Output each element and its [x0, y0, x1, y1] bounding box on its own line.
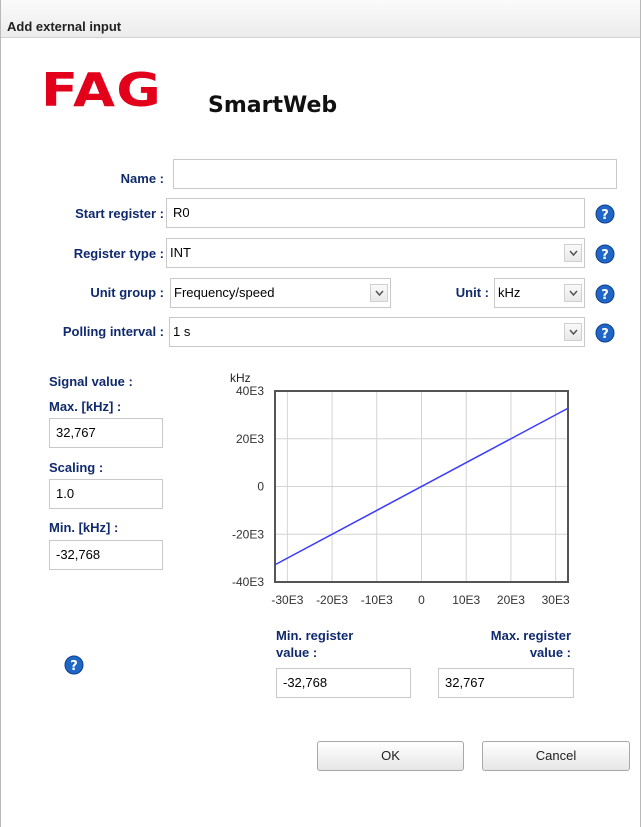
x-tick-label: 10E3 — [452, 593, 480, 607]
y-axis-unit-label: kHz — [230, 371, 251, 385]
y-tick-label: 40E3 — [236, 384, 264, 398]
chevron-down-icon[interactable] — [564, 323, 582, 341]
max-register-input[interactable]: 32,767 — [438, 668, 574, 698]
signal-value-title: Signal value : — [49, 374, 133, 389]
svg-text:?: ? — [601, 208, 609, 223]
max-khz-label: Max. [kHz] : — [49, 399, 122, 414]
name-input[interactable] — [173, 159, 617, 189]
x-tick-label: 0 — [418, 593, 425, 607]
x-tick-label: -30E3 — [271, 593, 303, 607]
y-tick-label: 0 — [257, 480, 264, 494]
cancel-button[interactable]: Cancel — [482, 741, 630, 771]
help-icon[interactable]: ? — [595, 244, 615, 264]
dialog: Add external input FAG SmartWeb Name : S… — [0, 0, 641, 827]
fag-logo: FAG — [41, 63, 162, 117]
svg-text:?: ? — [601, 288, 609, 303]
min-khz-label: Min. [kHz] : — [49, 520, 119, 535]
unit-group-select[interactable]: Frequency/speed — [170, 278, 391, 308]
chevron-down-icon[interactable] — [370, 284, 388, 302]
dialog-title: Add external input — [7, 19, 122, 34]
svg-text:?: ? — [70, 659, 78, 674]
register-type-select[interactable]: INT — [166, 238, 585, 268]
help-icon[interactable]: ? — [64, 655, 84, 675]
chevron-down-icon[interactable] — [564, 244, 582, 262]
scaling-chart: kHz 40E3 20E3 0 -20E3 -40E3 -30E3 -20E3 -10E3 0… — [230, 371, 570, 607]
x-tick-label: 20E3 — [497, 593, 525, 607]
start-register-input[interactable]: R0 — [166, 198, 585, 228]
max-khz-input[interactable]: 32,767 — [49, 418, 163, 448]
x-tick-label: 30E3 — [542, 593, 570, 607]
register-type-value: INT — [170, 245, 191, 260]
smartweb-logo: SmartWeb — [208, 93, 338, 118]
scaling-label: Scaling : — [49, 460, 104, 475]
max-register-label-line1: Max. register — [490, 628, 571, 643]
x-axis-ticks: -30E3 -20E3 -10E3 0 10E3 20E3 30E3 — [271, 593, 570, 607]
title-bar[interactable]: Add external input — [1, 0, 640, 38]
scaling-input[interactable]: 1.0 — [49, 479, 163, 509]
name-label: Name : — [120, 171, 164, 186]
chevron-down-icon[interactable] — [564, 284, 582, 302]
svg-text:?: ? — [601, 327, 609, 342]
svg-text:?: ? — [601, 248, 609, 263]
unit-label: Unit : — [455, 285, 489, 300]
min-register-label-line2: value : — [276, 645, 318, 660]
y-tick-label: 20E3 — [236, 432, 264, 446]
polling-interval-value: 1 s — [173, 324, 191, 339]
unit-value: kHz — [498, 285, 521, 300]
unit-select[interactable]: kHz — [494, 278, 585, 308]
min-khz-input[interactable]: -32,768 — [49, 540, 163, 570]
polling-interval-select[interactable]: 1 s — [169, 317, 585, 347]
min-register-label-line1: Min. register — [276, 628, 354, 643]
help-icon[interactable]: ? — [595, 323, 615, 343]
y-tick-label: -40E3 — [232, 575, 264, 589]
register-type-label: Register type : — [73, 246, 164, 261]
y-axis-ticks: 40E3 20E3 0 -20E3 -40E3 — [232, 384, 264, 589]
x-tick-label: -20E3 — [316, 593, 348, 607]
help-icon[interactable]: ? — [595, 204, 615, 224]
x-tick-label: -10E3 — [361, 593, 393, 607]
max-register-label-line2: value : — [529, 645, 571, 660]
polling-interval-label: Polling interval : — [62, 324, 164, 339]
unit-group-value: Frequency/speed — [174, 285, 275, 300]
ok-button[interactable]: OK — [317, 741, 464, 771]
min-register-input[interactable]: -32,768 — [276, 668, 411, 698]
start-register-label: Start register : — [75, 206, 164, 221]
unit-group-label: Unit group : — [90, 285, 164, 300]
y-tick-label: -20E3 — [232, 527, 264, 541]
help-icon[interactable]: ? — [595, 284, 615, 304]
